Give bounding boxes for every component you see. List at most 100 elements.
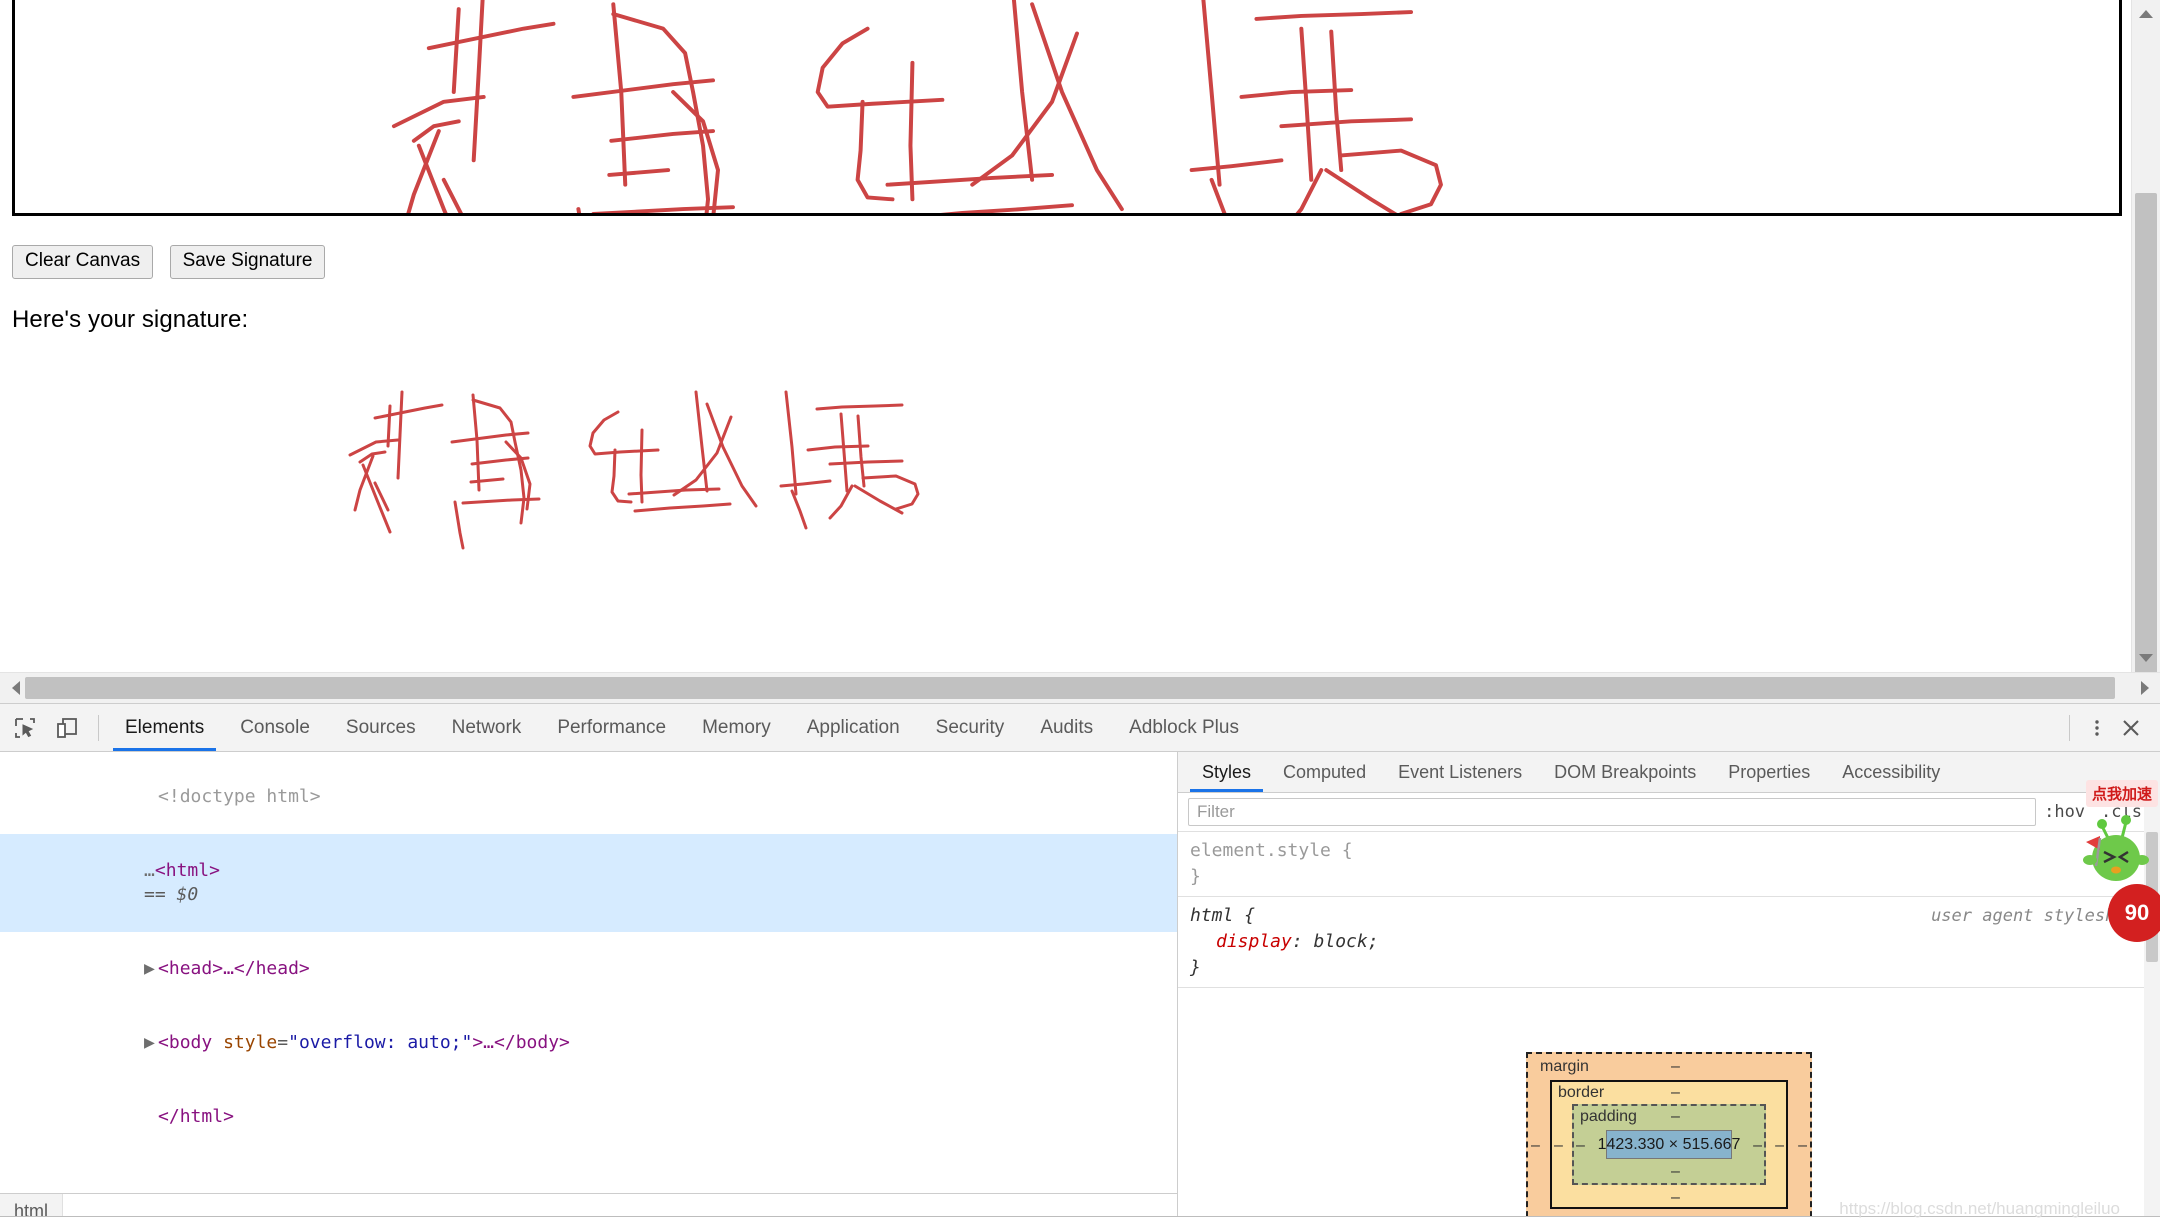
- css-value-block[interactable]: block;: [1314, 931, 1379, 952]
- box-model-margin-left-value[interactable]: –: [1531, 1137, 1540, 1155]
- dom-line-html-close[interactable]: </html>: [0, 1080, 1177, 1154]
- styles-scrollbar-thumb[interactable]: [2146, 832, 2158, 962]
- tab-elements-label: Elements: [125, 716, 205, 738]
- box-model-margin-right-value[interactable]: –: [1798, 1137, 1807, 1155]
- box-model-diagram: margin – – – – border – – – – padding – …: [1526, 1052, 1812, 1227]
- css-property-display[interactable]: display: [1216, 931, 1292, 952]
- page-horizontal-scrollbar[interactable]: [0, 672, 2160, 704]
- dom-line-doctype[interactable]: <!doctype html>: [0, 760, 1177, 834]
- element-style-close: }: [1190, 866, 1201, 887]
- tab-computed-label: Computed: [1283, 761, 1367, 782]
- css-rule-element-style[interactable]: element.style { }: [1178, 832, 2160, 897]
- box-model-margin-top-value[interactable]: –: [1671, 1058, 1680, 1076]
- html-rule-close: }: [1190, 957, 1201, 978]
- tab-sources-label: Sources: [345, 716, 416, 738]
- dom-tree: <!doctype html> …<html> == $0 ▶ <head>…</…: [0, 752, 1177, 1154]
- signature-canvas-strokes: [391, 0, 1443, 213]
- devtools-tab-list: Elements Console Sources Network Perform…: [107, 704, 1257, 751]
- tab-dom-breakpoints[interactable]: DOM Breakpoints: [1538, 752, 1712, 792]
- inspect-element-icon[interactable]: [10, 713, 40, 743]
- box-model-border-right-value[interactable]: –: [1775, 1137, 1784, 1155]
- tab-styles[interactable]: Styles: [1186, 752, 1267, 792]
- signature-heading: Here's your signature:: [12, 306, 249, 333]
- tab-console[interactable]: Console: [222, 704, 328, 751]
- box-model-padding-top-value[interactable]: –: [1671, 1108, 1680, 1126]
- devtools-tool-icons: [0, 704, 90, 751]
- css-rule-source: user agent stylesheet: [1931, 906, 2146, 926]
- tab-audits[interactable]: Audits: [1022, 704, 1111, 751]
- tab-accessibility[interactable]: Accessibility: [1826, 752, 1956, 792]
- vertical-scrollbar-thumb[interactable]: [2135, 193, 2157, 672]
- box-model-border-label: border: [1558, 1084, 1605, 1101]
- watermark-text: https://blog.csdn.net/huangmingleiluo: [1839, 1199, 2120, 1218]
- styles-pane: Styles Computed Event Listeners DOM Brea…: [1178, 752, 2160, 1227]
- tab-sources[interactable]: Sources: [328, 704, 434, 751]
- box-model-margin-label: margin: [1540, 1058, 1589, 1075]
- clear-canvas-button[interactable]: Clear Canvas: [12, 245, 154, 279]
- tab-application[interactable]: Application: [789, 704, 918, 751]
- devtools-body: <!doctype html> …<html> == $0 ▶ <head>…</…: [0, 752, 2160, 1227]
- save-signature-button[interactable]: Save Signature: [169, 245, 326, 279]
- box-model-border-left-value[interactable]: –: [1554, 1137, 1563, 1155]
- hov-toggle-button[interactable]: :hov: [2036, 802, 2093, 822]
- toolbar-divider-right: [2069, 714, 2070, 741]
- box-model-border-bottom-value[interactable]: –: [1671, 1189, 1680, 1207]
- tab-properties-label: Properties: [1728, 761, 1811, 782]
- doctype-text: <!doctype html>: [158, 786, 321, 807]
- body-tag-open: <body: [158, 1032, 213, 1053]
- tab-security-label: Security: [935, 716, 1005, 738]
- signature-output-strokes: [348, 390, 920, 550]
- tab-properties[interactable]: Properties: [1712, 752, 1826, 792]
- close-icon[interactable]: [2116, 713, 2146, 743]
- tab-security[interactable]: Security: [918, 704, 1023, 751]
- tab-styles-label: Styles: [1202, 761, 1252, 782]
- tab-dom-breakpoints-label: DOM Breakpoints: [1554, 761, 1697, 782]
- browser-window: Clear Canvas Save Signature Here's your …: [0, 0, 2160, 1227]
- styles-pane-scrollbar[interactable]: [2144, 792, 2160, 1227]
- devtools-toolbar-right: [2061, 704, 2160, 751]
- tab-memory[interactable]: Memory: [684, 704, 789, 751]
- page-vertical-scrollbar[interactable]: [2131, 0, 2160, 672]
- box-model-padding-right-value[interactable]: –: [1753, 1137, 1762, 1155]
- cls-toggle-button[interactable]: .cls: [2093, 802, 2150, 822]
- box-model-content-size[interactable]: 1423.330 × 515.667: [1598, 1130, 1740, 1159]
- html-close-tag: </html>: [158, 1106, 234, 1127]
- head-tag-text: <head>…</head>: [158, 958, 310, 979]
- html-selected-marker: == $0: [144, 884, 199, 905]
- scroll-left-arrow-icon[interactable]: [0, 673, 24, 703]
- signature-canvas[interactable]: [12, 0, 2122, 216]
- device-toolbar-icon[interactable]: [52, 713, 82, 743]
- tab-audits-label: Audits: [1040, 716, 1094, 738]
- button-row: Clear Canvas Save Signature: [12, 245, 337, 279]
- horizontal-scrollbar-thumb[interactable]: [25, 677, 2115, 699]
- tab-adblock-plus[interactable]: Adblock Plus: [1111, 704, 1257, 751]
- css-rule-html[interactable]: user agent stylesheet html { display: bl…: [1178, 897, 2160, 988]
- tab-elements[interactable]: Elements: [107, 704, 222, 751]
- box-model-padding-bottom-value[interactable]: –: [1671, 1163, 1680, 1181]
- body-attr-name: style: [223, 1032, 278, 1053]
- box-model-padding-label: padding: [1580, 1108, 1637, 1125]
- scroll-down-arrow-icon[interactable]: [2132, 644, 2160, 672]
- signature-output-image: [330, 390, 1430, 640]
- tab-computed[interactable]: Computed: [1267, 752, 1382, 792]
- styles-filter-placeholder: Filter: [1197, 802, 1235, 821]
- tab-network-label: Network: [451, 716, 522, 738]
- tab-network[interactable]: Network: [434, 704, 540, 751]
- tab-adblock-plus-label: Adblock Plus: [1129, 716, 1239, 738]
- element-style-selector: element.style {: [1190, 840, 1353, 861]
- tab-performance[interactable]: Performance: [539, 704, 684, 751]
- dom-line-head[interactable]: ▶ <head>…</head>: [0, 932, 1177, 1006]
- dom-line-body[interactable]: ▶ <body style="overflow: auto;">…</body>: [0, 1006, 1177, 1080]
- dom-line-html[interactable]: …<html> == $0: [0, 834, 1177, 932]
- styles-filter-input[interactable]: Filter: [1188, 798, 2037, 826]
- scroll-up-arrow-icon[interactable]: [2132, 0, 2160, 28]
- dom-tree-pane[interactable]: <!doctype html> …<html> == $0 ▶ <head>…</…: [0, 752, 1178, 1227]
- more-options-icon[interactable]: [2082, 713, 2112, 743]
- box-model-padding-left-value[interactable]: –: [1576, 1137, 1585, 1155]
- page-viewport: Clear Canvas Save Signature Here's your …: [0, 0, 2160, 672]
- tab-accessibility-label: Accessibility: [1842, 761, 1941, 782]
- scroll-right-arrow-icon[interactable]: [2136, 673, 2160, 703]
- tab-event-listeners[interactable]: Event Listeners: [1382, 752, 1538, 792]
- box-model-border-top-value[interactable]: –: [1671, 1084, 1680, 1102]
- bottom-strip: [0, 1216, 2160, 1227]
